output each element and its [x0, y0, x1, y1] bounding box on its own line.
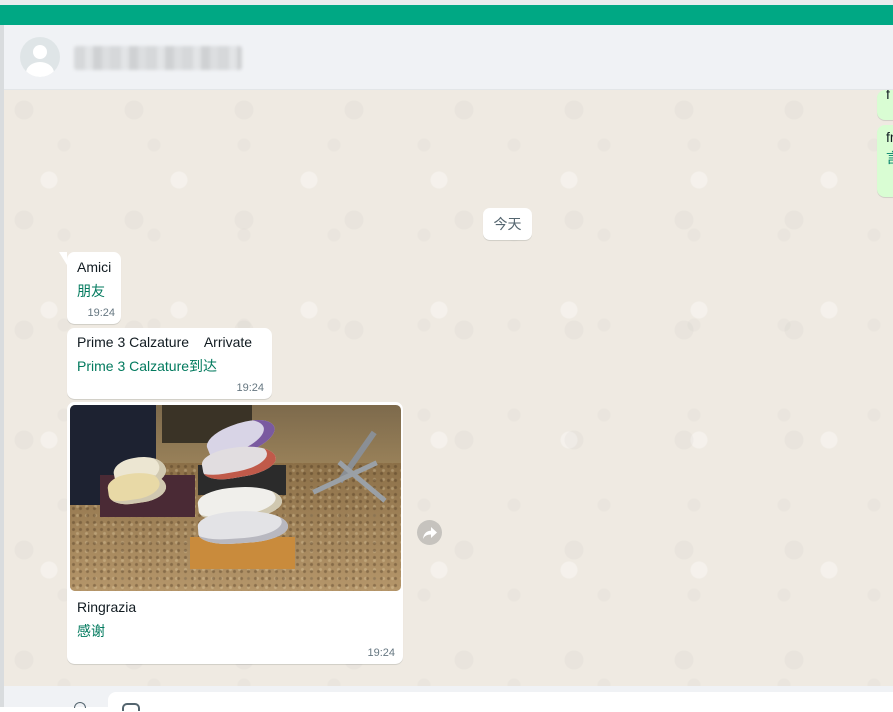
message-time: 19:24: [367, 647, 395, 659]
attach-icon[interactable]: [122, 703, 140, 711]
bubble-tail: [59, 252, 67, 265]
avatar-body: [26, 62, 54, 77]
incoming-image-message[interactable]: Ringrazia 感谢 19:24: [67, 402, 403, 664]
contact-name-blurred[interactable]: ███████████: [74, 46, 242, 70]
outgoing-message-fragment[interactable]: f: [877, 90, 893, 120]
message-text: Amici: [77, 259, 112, 275]
forward-arrow-icon: [422, 526, 437, 539]
message-input[interactable]: [108, 692, 893, 712]
message-translation: 朋友: [77, 283, 105, 299]
message-time: 19:24: [87, 307, 115, 319]
message-time: 19:24: [236, 382, 264, 394]
outgoing-translation: 言: [886, 148, 893, 169]
date-divider: 今天: [483, 208, 532, 240]
outgoing-message-fragment[interactable]: fr 言: [877, 125, 893, 197]
message-text: Prime 3 Calzature Arrivate: [77, 334, 253, 350]
message-translation: Prime 3 Calzature到达: [77, 358, 218, 374]
incoming-message[interactable]: Prime 3 Calzature Arrivate Prime 3 Calza…: [67, 328, 272, 399]
emoji-icon[interactable]: [74, 702, 86, 708]
chat-header: ███████████: [4, 25, 893, 90]
forward-icon[interactable]: [417, 520, 442, 545]
message-translation: 感谢: [77, 623, 105, 639]
default-user-avatar-icon[interactable]: [20, 37, 60, 77]
message-text: Ringrazia: [77, 599, 137, 615]
incoming-message[interactable]: Amici 朋友 19:24: [59, 252, 121, 324]
message-composer: [4, 686, 893, 712]
avatar-head: [33, 45, 47, 59]
outgoing-line: f: [886, 90, 890, 102]
shoes-photo[interactable]: [70, 405, 401, 591]
accent-bar: [0, 5, 893, 25]
outgoing-line: fr: [886, 129, 893, 145]
